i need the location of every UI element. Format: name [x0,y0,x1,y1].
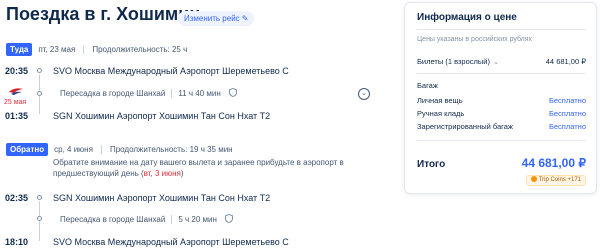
return-header: Обратно ср, 4 июня Продолжительность: 19… [6,142,233,156]
price-card-title: Информация о цене [417,12,517,23]
outbound-transfer-duration: 11 ч 40 мин [178,88,221,98]
notice-end: ) [180,169,184,178]
divider [417,140,586,141]
checked-bag-value: Бесплатно [548,122,586,131]
timeline-dot [37,68,42,73]
outbound-transfer: Пересадка в городе Шанхай 11 ч 40 мин [60,86,237,100]
return-transfer-city: Пересадка в городе Шанхай [60,214,166,224]
return-transfer: Пересадка в городе Шанхай 5 ч 20 мин [60,212,233,226]
change-flight-label: Изменить рейс [184,14,240,23]
divider [171,88,173,98]
divider [417,73,586,74]
outbound-departure-time: 20:35 [5,66,29,76]
timeline-dot [37,91,42,96]
personal-item-row: Личная вещь Бесплатно [417,96,586,105]
return-arrival-airport: SVO Москва Международный Аэропорт Шереме… [53,237,289,247]
return-departure-time: 02:35 [5,193,29,203]
checked-bag-label: Зарегистрированный багаж [417,122,513,131]
outbound-arrival-time: 01:35 [5,111,29,121]
notice-text: Обратите внимание на дату вашего вылета … [53,158,344,178]
outbound-duration: Продолжительность: 25 ч [92,44,188,54]
date-change-notice: Обратите внимание на дату вашего вылета … [53,157,383,179]
total-price: 44 681,00 ₽ [521,156,586,170]
timeline-dot [37,216,42,221]
personal-item-label: Личная вещь [417,96,463,105]
carry-on-label: Ручная кладь [417,109,465,118]
tickets-label: Билеты (1 взрослый) [417,57,490,66]
coin-icon [530,176,537,183]
checked-bag-row: Зарегистрированный багаж Бесплатно [417,122,586,131]
carry-on-row: Ручная кладь Бесплатно [417,109,586,118]
outbound-arrival-date: 25 мая [4,99,27,106]
return-duration: Продолжительность: 19 ч 35 мин [109,144,233,154]
chevron-down-icon: ⌄ [492,57,500,66]
outbound-header: Туда пт, 23 мая Продолжительность: 25 ч [6,42,187,56]
trip-coins-label: Trip Coins +171 [538,177,581,183]
trip-coins-badge: Trip Coins +171 [525,175,586,186]
divider [417,29,586,30]
currency-note: Цены указаны в российских рублях [417,36,533,43]
timeline-line [39,201,40,241]
baggage-title: Багаж [417,81,438,90]
notice-prev-date: вт, 3 июня [143,169,181,178]
outbound-transfer-city: Пересадка в городе Шанхай [60,88,166,98]
outbound-departure-airport: SVO Москва Международный Аэропорт Шереме… [53,66,289,76]
divider [83,44,85,54]
carry-on-value: Бесплатно [548,109,586,118]
divider [100,144,102,154]
change-flight-link[interactable]: Изменить рейс ✎ [178,11,255,26]
return-arrival-time: 18:10 [5,237,29,247]
total-label: Итого [417,159,446,170]
page-title: Поездка в г. Хошимин [6,4,201,24]
price-info-card: Информация о цене Цены указаны в российс… [404,2,597,194]
timeline-dot [37,195,42,200]
tickets-row[interactable]: Билеты (1 взрослый) ⌄ 44 681,00 ₽ [417,57,586,66]
expand-outbound-button[interactable]: ⌄ [358,88,370,100]
return-date: ср, 4 июня [54,144,93,154]
tickets-value: 44 681,00 ₽ [545,57,586,66]
return-departure-airport: SGN Хошимин Аэропорт Хошимин Тан Сон Нха… [53,193,271,203]
shield-icon [228,87,237,99]
return-badge: Обратно [6,142,49,156]
return-transfer-duration: 5 ч 20 мин [178,214,217,224]
pen-icon: ✎ [241,14,249,23]
outbound-arrival-airport: SGN Хошимин Аэропорт Хошимин Тан Сон Нха… [53,111,271,121]
china-eastern-logo-icon [9,88,23,95]
divider [171,214,173,224]
outbound-date: пт, 23 мая [38,44,76,54]
shield-icon [224,213,233,225]
personal-item-value: Бесплатно [548,96,586,105]
outbound-badge: Туда [6,42,33,56]
